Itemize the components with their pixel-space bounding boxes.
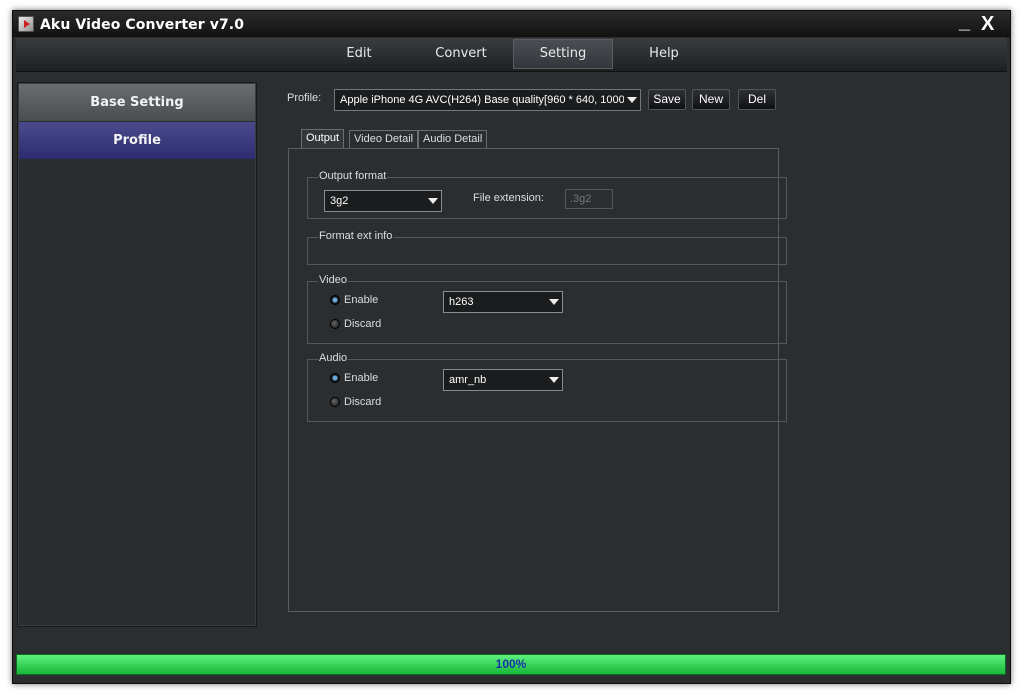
sidebar-item-profile[interactable]: Profile [19,122,255,159]
chevron-down-icon[interactable] [624,90,640,110]
video-discard-label: Discard [344,318,382,330]
profile-dropdown[interactable]: Apple iPhone 4G AVC(H264) Base quality[9… [334,89,641,111]
app-logo-icon [18,16,34,32]
progress-bar: 100% [16,654,1006,675]
output-format-label: Output format [318,170,388,182]
audio-discard-label: Discard [344,396,382,408]
sidebar-item-base-setting[interactable]: Base Setting [19,84,255,121]
video-discard-radio[interactable] [330,319,340,329]
progress-text: 100% [495,657,527,671]
output-format-group: Output format 3g2 File extension: .3g2 [307,170,787,219]
video-codec-dropdown[interactable]: h263 [443,291,563,313]
menu-bar: Edit Convert Setting Help [16,38,1007,72]
profile-label: Profile: [287,92,322,104]
audio-discard-radio[interactable] [330,397,340,407]
output-format-dropdown[interactable]: 3g2 [324,190,442,212]
tab-video-detail[interactable]: Video Detail [349,130,419,149]
file-extension-field: .3g2 [565,189,613,209]
tab-output[interactable]: Output [301,129,345,150]
menu-convert[interactable]: Convert [421,39,501,69]
chevron-down-icon[interactable] [546,292,562,312]
audio-codec-dropdown[interactable]: amr_nb [443,369,563,391]
audio-group: Audio Enable Discard amr_nb [307,352,787,422]
new-button[interactable]: New [692,89,730,110]
video-group-label: Video [318,274,348,286]
file-extension-label: File extension: [473,192,544,204]
chevron-down-icon[interactable] [425,191,441,211]
menu-help[interactable]: Help [624,39,704,69]
delete-button[interactable]: Del [738,89,776,110]
audio-codec-value: amr_nb [449,374,487,386]
chevron-down-icon[interactable] [546,370,562,390]
video-enable-label: Enable [344,294,379,306]
video-enable-radio[interactable] [330,295,340,305]
save-button[interactable]: Save [648,89,686,110]
video-group: Video Enable Discard h263 [307,274,787,344]
video-codec-value: h263 [449,296,474,308]
format-ext-info-label: Format ext info [318,230,394,242]
close-button[interactable]: X [981,13,994,36]
audio-enable-radio[interactable] [330,373,340,383]
audio-group-label: Audio [318,352,349,364]
profile-dropdown-value: Apple iPhone 4G AVC(H264) Base quality[9… [340,94,628,106]
output-tab-panel: Output format 3g2 File extension: .3g2 F… [288,148,787,612]
settings-sidebar: Base Setting Profile [17,82,257,627]
title-bar: Aku Video Converter v7.0 _ X [13,11,1010,37]
output-format-value: 3g2 [330,195,349,207]
format-ext-info-group: Format ext info [307,230,787,265]
tab-audio-detail[interactable]: Audio Detail [418,130,488,149]
menu-edit[interactable]: Edit [320,39,398,69]
menu-setting[interactable]: Setting [513,39,613,69]
window-title: Aku Video Converter v7.0 [40,17,245,33]
minimize-button[interactable]: _ [959,11,970,34]
audio-enable-label: Enable [344,372,379,384]
